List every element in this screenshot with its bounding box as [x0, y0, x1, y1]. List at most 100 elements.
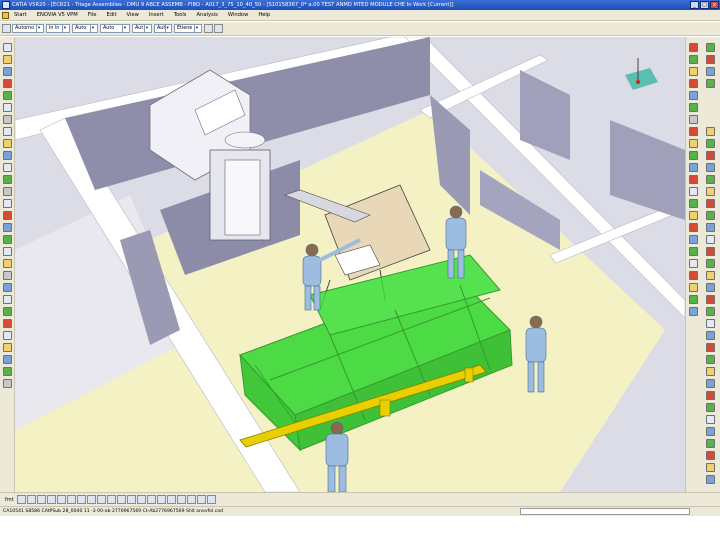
tool-icon[interactable] [126, 495, 136, 504]
tool-icon[interactable] [689, 79, 698, 88]
tool-icon[interactable] [706, 43, 715, 52]
tool-icon[interactable] [186, 495, 196, 504]
tool-icon[interactable] [706, 391, 715, 400]
menu-view[interactable]: View [122, 12, 144, 18]
tool-icon[interactable] [706, 127, 715, 136]
tool-icon[interactable] [706, 439, 715, 448]
tool-icon[interactable] [706, 163, 715, 172]
tool-icon[interactable] [66, 495, 76, 504]
menu-file[interactable]: File [83, 12, 102, 18]
tool-icon[interactable] [689, 115, 698, 124]
menu-insert[interactable]: Insert [144, 12, 169, 18]
tool-icon[interactable] [706, 139, 715, 148]
tool-icon[interactable] [3, 331, 12, 340]
save-icon[interactable] [3, 67, 12, 76]
menu-tools[interactable]: Tools [169, 12, 192, 18]
tool-icon[interactable] [689, 247, 698, 256]
menu-analysis[interactable]: Analysis [191, 12, 222, 18]
tool-icon[interactable] [3, 211, 12, 220]
tool-icon[interactable] [689, 283, 698, 292]
tool-icon[interactable] [86, 495, 96, 504]
menu-window[interactable]: Window [223, 12, 253, 18]
transparency-combo[interactable]: In ln ▾ [46, 24, 70, 33]
tool-icon[interactable] [196, 495, 206, 504]
menu-edit[interactable]: Edit [101, 12, 121, 18]
tool-icon[interactable] [56, 495, 66, 504]
tool-icon[interactable] [3, 163, 12, 172]
tool-icon[interactable] [116, 495, 126, 504]
tool-icon[interactable] [76, 495, 86, 504]
tool-icon[interactable] [706, 343, 715, 352]
tool-icon[interactable] [706, 187, 715, 196]
tool-icon[interactable] [3, 235, 12, 244]
tool-icon[interactable] [689, 271, 698, 280]
tool-icon[interactable] [706, 427, 715, 436]
properties-icon[interactable] [214, 24, 223, 33]
tool-icon[interactable] [706, 211, 715, 220]
tool-icon[interactable] [3, 79, 12, 88]
tool-icon[interactable] [3, 247, 12, 256]
tool-icon[interactable] [689, 103, 698, 112]
tool-icon[interactable] [706, 295, 715, 304]
open-icon[interactable] [3, 55, 12, 64]
tool-icon[interactable] [16, 495, 26, 504]
tool-icon[interactable] [3, 259, 12, 268]
menu-enovia[interactable]: ENOVIA V5 VPM [32, 12, 83, 18]
line-type-combo[interactable]: Auto ▾ [100, 24, 130, 33]
tool-icon[interactable] [176, 495, 186, 504]
tool-icon[interactable] [706, 67, 715, 76]
tool-icon[interactable] [136, 495, 146, 504]
tool-icon[interactable] [689, 295, 698, 304]
tool-icon[interactable] [706, 331, 715, 340]
tool-icon[interactable] [689, 43, 698, 52]
tool-icon[interactable] [206, 495, 216, 504]
tool-icon[interactable] [3, 151, 12, 160]
tool-icon[interactable] [706, 223, 715, 232]
tool-icon[interactable] [3, 355, 12, 364]
tool-icon[interactable] [706, 463, 715, 472]
menu-help[interactable]: Help [253, 12, 275, 18]
tool-icon[interactable] [706, 307, 715, 316]
tool-icon[interactable] [3, 319, 12, 328]
tool-icon[interactable] [3, 187, 12, 196]
tool-icon[interactable] [689, 163, 698, 172]
tool-icon[interactable] [3, 271, 12, 280]
tool-icon[interactable] [106, 495, 116, 504]
tool-icon[interactable] [36, 495, 46, 504]
3d-viewport[interactable] [15, 37, 685, 492]
tool-icon[interactable] [3, 139, 12, 148]
tool-icon[interactable] [706, 451, 715, 460]
tool-icon[interactable] [3, 379, 12, 388]
painter-icon[interactable] [204, 24, 213, 33]
tool-icon[interactable] [706, 79, 715, 88]
tool-icon[interactable] [3, 127, 12, 136]
tool-icon[interactable] [706, 55, 715, 64]
tool-icon[interactable] [689, 235, 698, 244]
minimize-button[interactable]: _ [690, 1, 699, 9]
tool-icon[interactable] [706, 247, 715, 256]
tool-icon[interactable] [689, 175, 698, 184]
tool-icon[interactable] [706, 319, 715, 328]
tool-icon[interactable] [689, 199, 698, 208]
tool-icon[interactable] [689, 211, 698, 220]
menu-start[interactable]: Start [9, 12, 32, 18]
tool-icon[interactable] [3, 295, 12, 304]
tool-icon[interactable] [706, 355, 715, 364]
tool-icon[interactable] [706, 199, 715, 208]
tool-icon[interactable] [26, 495, 36, 504]
tool-icon[interactable] [706, 403, 715, 412]
color-combo[interactable]: Autorno ▾ [12, 24, 44, 33]
tool-icon[interactable] [166, 495, 176, 504]
tool-icon[interactable] [706, 379, 715, 388]
tool-icon[interactable] [3, 175, 12, 184]
close-button[interactable]: x [710, 1, 719, 9]
tool-icon[interactable] [706, 367, 715, 376]
tool-icon[interactable] [706, 235, 715, 244]
tool-icon[interactable] [689, 259, 698, 268]
catia-app-icon[interactable] [2, 1, 10, 9]
tool-icon[interactable] [706, 283, 715, 292]
tool-icon[interactable] [3, 223, 12, 232]
tool-icon[interactable] [96, 495, 106, 504]
tool-icon[interactable] [689, 151, 698, 160]
tool-icon[interactable] [3, 115, 12, 124]
